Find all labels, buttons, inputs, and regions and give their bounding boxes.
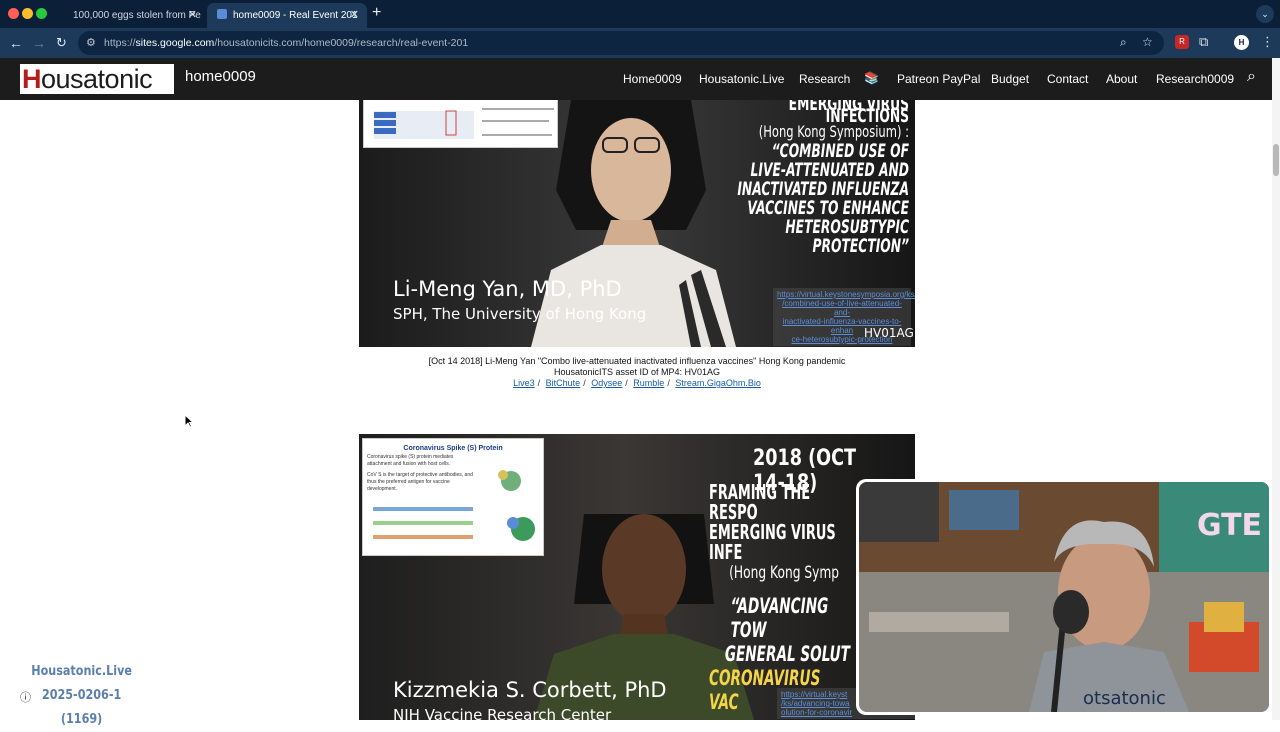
address-bar[interactable]: ⚙ https://sites.google.com/housatonicits…: [78, 31, 1164, 55]
speaker-affiliation: NIH Vaccine Research Center: [393, 706, 612, 720]
nav-about[interactable]: About: [1106, 72, 1137, 86]
site-name[interactable]: home0009: [185, 68, 256, 85]
asset-id-label: HV01AG: [864, 326, 914, 340]
site-logo[interactable]: Housatonic: [20, 64, 174, 94]
caption-links: Live3/ BitChute / Odysee / Rumble / Stream.…: [513, 378, 761, 388]
nav-contact[interactable]: Contact: [1047, 72, 1088, 86]
nav-research[interactable]: Research: [799, 72, 850, 86]
browser-toolbar: ← → ↻ ⚙ https://sites.google.com/housato…: [0, 28, 1280, 58]
caption-title: [Oct 14 2018] Li-Meng Yan "Combo live-at…: [428, 356, 846, 366]
speaker-name: Li-Meng Yan, MD, PhD: [393, 277, 622, 301]
url-text: https://sites.google.com/housatonicits.c…: [104, 37, 469, 49]
broadcast-stamp: Housatonic.Live 2025-0206-1 (1169): [30, 660, 133, 732]
slide-molecule-graphic: [498, 470, 521, 491]
slide-thumbnail: Coronavirus Spike (S) Protein Coronaviru…: [362, 438, 544, 556]
google-sites-icon: [217, 9, 227, 19]
webcam-feed: otsatonic GTE: [859, 482, 1269, 712]
info-icon[interactable]: ⓘ: [20, 689, 31, 705]
search-icon[interactable]: ⌕: [1247, 68, 1256, 86]
tab-search-chevron-icon[interactable]: ⌄: [1256, 5, 1274, 23]
tab-close-icon[interactable]: ✕: [188, 3, 197, 28]
extension-icon[interactable]: R: [1175, 35, 1189, 49]
close-window-button[interactable]: [8, 8, 19, 19]
link-live3[interactable]: Live3: [513, 378, 535, 388]
nav-housatonic-live[interactable]: Housatonic.Live: [699, 72, 784, 86]
webcam-overlay: otsatonic GTE: [856, 479, 1272, 715]
video-player-li-meng-yan[interactable]: EMERGING VIRUS INFECTIONS (Hong Kong Sym…: [359, 100, 915, 347]
nav-patreon-paypal[interactable]: Patreon PayPal: [897, 72, 980, 86]
reload-icon[interactable]: ↻: [56, 34, 67, 52]
new-tab-icon[interactable]: +: [372, 4, 381, 22]
video-player-kizzmekia-corbett[interactable]: Coronavirus Spike (S) Protein Coronaviru…: [359, 434, 915, 720]
link-odysee[interactable]: Odysee: [591, 378, 622, 388]
tab-bar: 100,000 eggs stolen from Pe ✕ home0009 -…: [0, 0, 1280, 28]
tab-home0009[interactable]: home0009 - Real Event 201 ✕: [207, 3, 367, 28]
shirt-logo-text: otsatonic: [1083, 688, 1166, 709]
stamp-episode: 2025-0206-1 (1169): [41, 688, 122, 727]
profile-avatar-icon[interactable]: H: [1234, 35, 1249, 50]
stamp-channel: Housatonic.Live: [31, 664, 132, 679]
back-arrow-icon[interactable]: ←: [9, 34, 23, 52]
forward-arrow-icon[interactable]: →: [32, 34, 46, 52]
link-bitchute[interactable]: BitChute: [546, 378, 581, 388]
tab-close-icon[interactable]: ✕: [350, 3, 359, 28]
bookmark-star-icon[interactable]: ☆: [1142, 35, 1153, 49]
page-scrollbar[interactable]: [1272, 58, 1280, 720]
tab-title: home0009 - Real Event 201: [233, 10, 358, 21]
site-header: Housatonic home0009 Home0009 Housatonic.…: [0, 58, 1272, 100]
wall-sign-text: GTE: [1197, 508, 1263, 543]
video-title-overlay: EMERGING VIRUS INFECTIONS (Hong Kong Sym…: [737, 100, 909, 257]
scrollbar-thumb[interactable]: [1273, 144, 1279, 176]
tab-eggs[interactable]: 100,000 eggs stolen from Pe ✕: [63, 3, 205, 28]
nav-home0009[interactable]: Home0009: [623, 72, 682, 86]
zoom-window-button[interactable]: [36, 8, 47, 19]
speaker-affiliation: SPH, The University of Hong Kong: [393, 305, 647, 323]
site-info-icon[interactable]: ⚙: [86, 36, 96, 49]
minimize-window-button[interactable]: [22, 8, 33, 19]
speaker-name: Kizzmekia S. Corbett, PhD: [393, 678, 667, 702]
browser-menu-icon[interactable]: ⋮: [1261, 34, 1274, 50]
books-icon[interactable]: 📚: [864, 71, 879, 85]
tab-title: 100,000 eggs stolen from Pe: [73, 10, 201, 21]
link-rumble[interactable]: Rumble: [633, 378, 664, 388]
caption-asset-id: HousatonicITS asset ID of MP4: HV01AG: [553, 367, 721, 377]
extensions-puzzle-icon[interactable]: ⧉: [1199, 34, 1208, 50]
mouse-cursor-icon: [184, 414, 194, 428]
nav-research0009[interactable]: Research0009: [1156, 72, 1234, 86]
slide-diagram-graphic: [373, 507, 535, 541]
zoom-icon[interactable]: ⌕: [1120, 35, 1127, 50]
nav-budget[interactable]: Budget: [991, 72, 1029, 86]
link-stream-gigaohm[interactable]: Stream.GigaOhm.Bio: [675, 378, 761, 388]
video-caption: [Oct 14 2018] Li-Meng Yan "Combo live-at…: [359, 356, 915, 389]
